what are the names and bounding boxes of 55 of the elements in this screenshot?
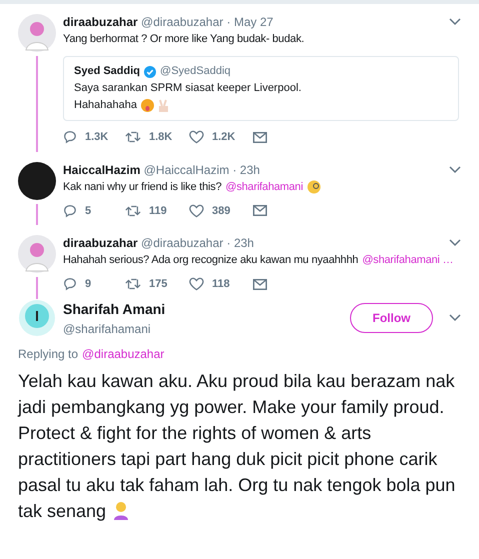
tweet-text: Hahahah serious? Ada org recognize aku kawan mu nyaahhhh — [63, 253, 358, 268]
user-handle[interactable]: @diraabuzahar — [141, 236, 224, 250]
user-name[interactable]: Sharifah Amani — [63, 298, 350, 320]
quoted-user-name[interactable]: Syed Saddiq — [74, 64, 140, 79]
chevron-down-icon[interactable] — [449, 166, 461, 174]
quoted-tweet[interactable]: Syed Saddiq @SyedSaddiq Saya sarankan SPRM siasat keeper Liverpool. Hahahahaha — [63, 56, 459, 121]
tweet-text: Yelah kau kawan aku. Aku proud bila kau berazam nak jadi pembangkang yg power. Make your family proud. Protect & fight for the rights of women & arts practitioners tapi part hang duk picit picit phone carik pasal tu aku tak faham lah. Org tu nak tengok bola pun tak senang — [18, 370, 456, 523]
tweet-time[interactable]: · 23h — [226, 236, 254, 250]
mail-icon[interactable] — [253, 205, 267, 216]
mail-icon[interactable] — [253, 278, 267, 290]
tweet-text: Kak nani why ur friend is like this? — [63, 180, 222, 194]
quoted-user-handle[interactable]: @SyedSaddiq — [160, 64, 231, 79]
verified-badge-icon — [144, 66, 156, 78]
thread-line — [36, 204, 38, 225]
tweet-text: Yang berhormat ? Or more like Yang budak- budak. — [63, 32, 304, 47]
chevron-down-icon[interactable] — [449, 18, 461, 26]
tweet-time[interactable]: · 23h — [232, 162, 260, 176]
thread-line — [36, 277, 38, 298]
quoted-tweet-text: Hahahahaha — [74, 98, 138, 113]
reply-count: 9 — [85, 277, 92, 292]
retweet-count: 1.8K — [149, 130, 172, 145]
user-name[interactable]: HaiccalHazim — [63, 162, 140, 176]
mention-link[interactable]: @diraabuzahar — [82, 346, 164, 362]
like-count: 389 — [212, 204, 230, 218]
mention-link[interactable]: @sharifahamani … — [362, 253, 454, 268]
heart-icon[interactable] — [189, 130, 204, 144]
follow-button[interactable]: Follow — [350, 303, 433, 333]
reply-icon[interactable] — [63, 204, 77, 218]
like-count: 118 — [212, 277, 230, 292]
heart-icon[interactable] — [189, 277, 204, 292]
replying-label: Replying to — [18, 346, 78, 362]
mention-link[interactable]: @sharifahamani — [226, 180, 303, 194]
mail-icon[interactable] — [253, 132, 267, 143]
retweet-count: 119 — [149, 204, 167, 218]
user-name[interactable]: diraabuzahar — [63, 236, 138, 250]
retweet-icon[interactable] — [125, 130, 141, 144]
user-handle[interactable]: @diraabuzahar — [141, 15, 224, 29]
tweet-time[interactable]: · May 27 — [226, 15, 274, 29]
retweet-icon[interactable] — [125, 277, 141, 292]
user-handle[interactable]: @HaiccalHazim — [144, 162, 230, 176]
avatar[interactable] — [18, 162, 56, 200]
user-name[interactable]: diraabuzahar — [63, 15, 138, 29]
chevron-down-icon[interactable] — [449, 239, 461, 247]
peace-hand-icon — [158, 98, 170, 112]
reply-count: 5 — [85, 204, 92, 218]
chevron-down-icon[interactable] — [449, 314, 461, 322]
user-handle[interactable]: @sharifahamani — [63, 320, 350, 338]
reply-icon[interactable] — [63, 277, 77, 292]
quoted-tweet-text: Saya sarankan SPRM siasat keeper Liverpool. — [74, 81, 302, 96]
heart-icon[interactable] — [189, 204, 204, 218]
reply-count: 1.3K — [85, 130, 108, 145]
like-count: 1.2K — [212, 130, 236, 145]
retweet-icon[interactable] — [125, 204, 141, 218]
retweet-count: 175 — [149, 277, 168, 292]
reply-icon[interactable] — [63, 130, 77, 144]
